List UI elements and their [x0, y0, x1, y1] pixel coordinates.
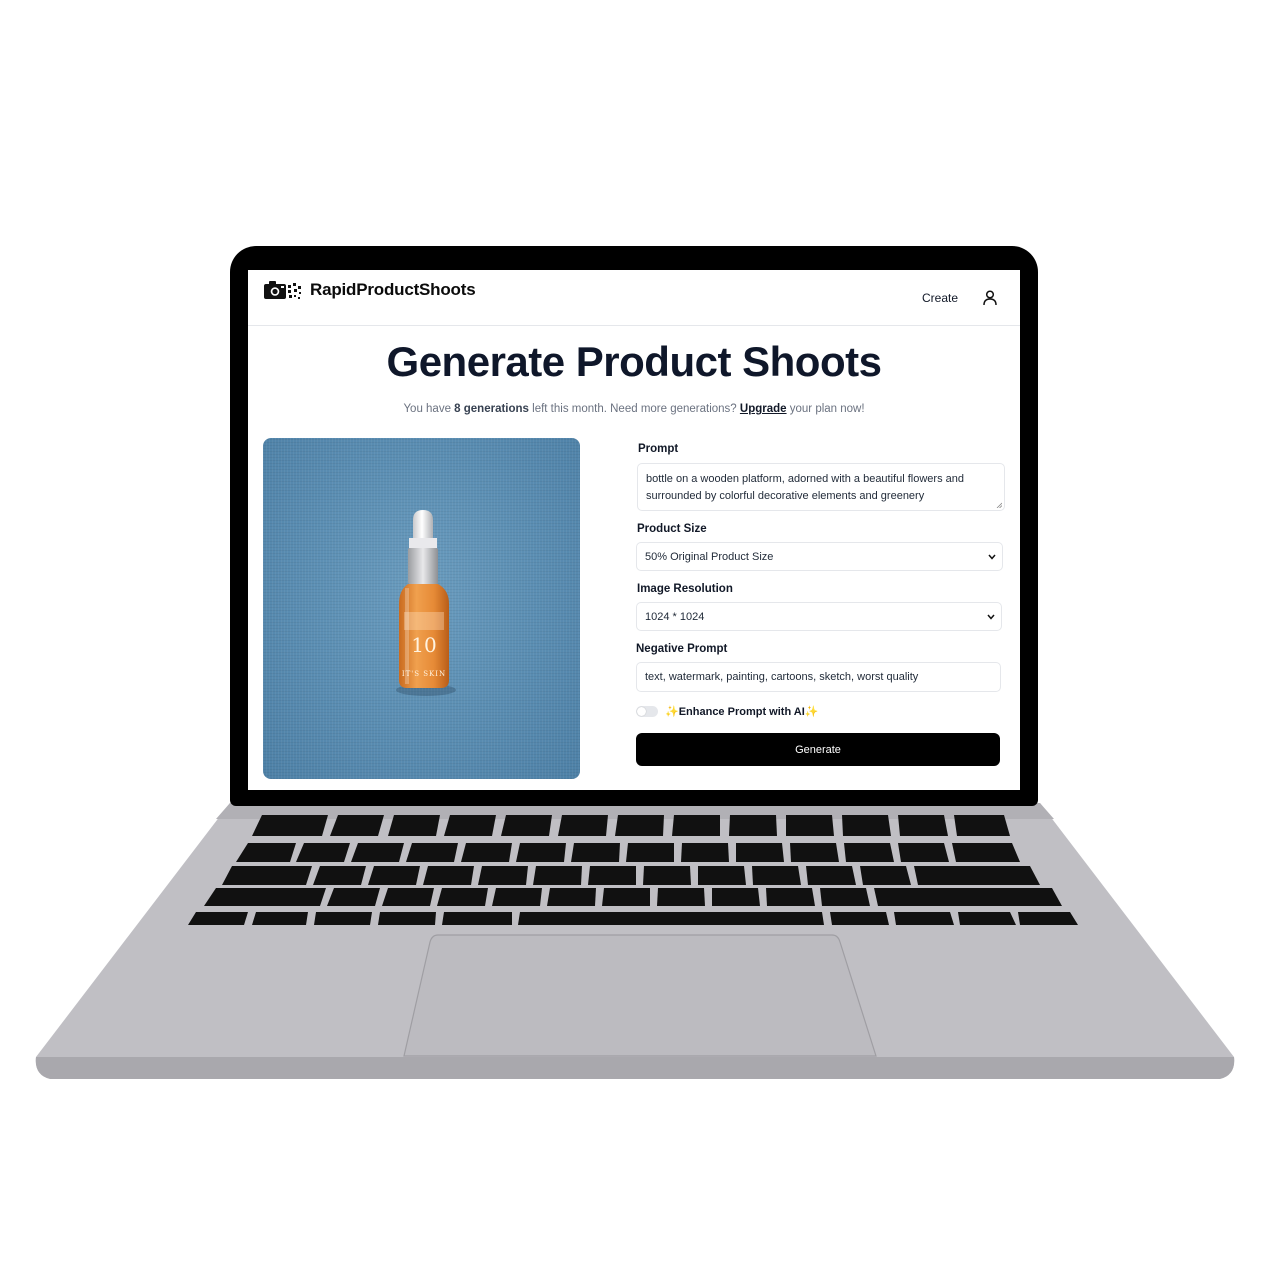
subtitle-prefix: You have — [403, 403, 455, 415]
image-resolution-select[interactable]: 1024 * 1024 — [636, 602, 1002, 631]
subtitle-suffix: your plan now! — [786, 403, 865, 415]
page-title: Generate Product Shoots — [386, 338, 882, 385]
enhance-prompt-label: ✨Enhance Prompt with AI✨ — [665, 705, 819, 718]
negative-prompt-input[interactable]: text, watermark, painting, cartoons, ske… — [636, 662, 1001, 692]
prompt-label: Prompt — [638, 443, 679, 455]
brand-logo[interactable]: RapidProductShoots — [263, 279, 476, 301]
app-screen: RapidProductShoots Create Generate Produ… — [248, 270, 1020, 790]
image-resolution-value: 1024 * 1024 — [645, 610, 705, 623]
enhance-prompt-text: Enhance Prompt with AI — [678, 706, 805, 718]
toggle-knob — [637, 707, 646, 716]
navbar: RapidProductShoots Create — [248, 270, 1020, 326]
prompt-text: bottle on a wooden platform, adorned wit… — [646, 473, 964, 502]
sparkle-icon: ✨ — [665, 706, 679, 718]
enhance-prompt-toggle[interactable] — [636, 706, 658, 717]
serum-bottle-illustration: 10 IT'S SKIN — [396, 510, 456, 696]
sparkle-icon: ✨ — [804, 706, 819, 718]
laptop-base — [34, 795, 1236, 1085]
image-resolution-label: Image Resolution — [637, 583, 733, 595]
resize-handle-icon[interactable] — [996, 502, 1002, 508]
brand-name: RapidProductShoots — [310, 280, 476, 299]
generate-button[interactable]: Generate — [636, 733, 1000, 766]
product-image: 10 IT'S SKIN — [263, 438, 580, 779]
product-size-select[interactable]: 50% Original Product Size — [636, 542, 1003, 571]
chevron-down-icon — [988, 554, 996, 560]
product-size-label: Product Size — [637, 523, 707, 535]
upgrade-link[interactable]: Upgrade — [740, 403, 787, 415]
prompt-textarea[interactable]: bottle on a wooden platform, adorned wit… — [637, 463, 1005, 511]
bottle-number: 10 — [411, 633, 436, 657]
negative-prompt-text: text, watermark, painting, cartoons, ske… — [645, 671, 919, 683]
subtitle-middle: left this month. Need more generations? — [528, 403, 740, 415]
product-size-value: 50% Original Product Size — [645, 550, 774, 563]
chevron-down-icon — [987, 614, 995, 620]
nav-create-link[interactable]: Create — [922, 291, 958, 305]
generations-count: 8 generations — [454, 403, 529, 415]
camera-logo-icon — [264, 281, 301, 299]
user-icon[interactable] — [983, 290, 997, 306]
generations-remaining-text: You have 8 generations left this month. … — [248, 403, 1020, 415]
negative-prompt-label: Negative Prompt — [636, 643, 728, 655]
